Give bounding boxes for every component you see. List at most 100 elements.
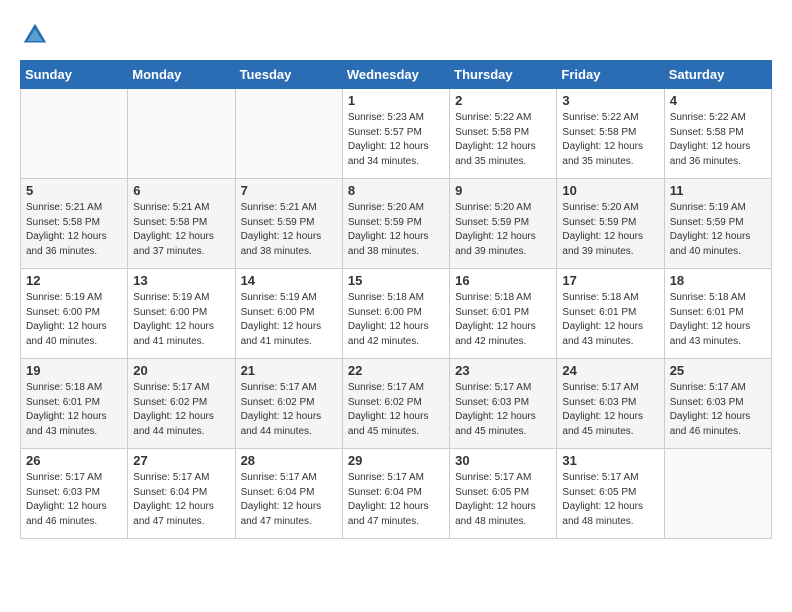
week-row-2: 5 Sunrise: 5:21 AMSunset: 5:58 PMDaylight… xyxy=(21,179,772,269)
day-cell: 29 Sunrise: 5:17 AMSunset: 6:04 PMDayligh… xyxy=(342,449,449,539)
day-number: 15 xyxy=(348,273,444,288)
day-info: Sunrise: 5:17 AMSunset: 6:05 PMDaylight:… xyxy=(455,471,551,529)
header-cell-thursday: Thursday xyxy=(450,61,557,89)
day-info: Sunrise: 5:18 AMSunset: 6:01 PMDaylight:… xyxy=(26,381,122,439)
header-cell-sunday: Sunday xyxy=(21,61,128,89)
header-row: SundayMondayTuesdayWednesdayThursdayFrid… xyxy=(21,61,772,89)
day-info: Sunrise: 5:19 AMSunset: 6:00 PMDaylight:… xyxy=(26,291,122,349)
day-info: Sunrise: 5:17 AMSunset: 6:02 PMDaylight:… xyxy=(133,381,229,439)
day-cell: 2 Sunrise: 5:22 AMSunset: 5:58 PMDaylight… xyxy=(450,89,557,179)
day-info: Sunrise: 5:17 AMSunset: 6:05 PMDaylight:… xyxy=(562,471,658,529)
day-cell xyxy=(128,89,235,179)
day-info: Sunrise: 5:17 AMSunset: 6:04 PMDaylight:… xyxy=(241,471,337,529)
day-number: 30 xyxy=(455,453,551,468)
day-info: Sunrise: 5:17 AMSunset: 6:02 PMDaylight:… xyxy=(241,381,337,439)
day-info: Sunrise: 5:20 AMSunset: 5:59 PMDaylight:… xyxy=(562,201,658,259)
day-info: Sunrise: 5:18 AMSunset: 6:01 PMDaylight:… xyxy=(455,291,551,349)
day-number: 10 xyxy=(562,183,658,198)
day-number: 25 xyxy=(670,363,766,378)
header-cell-wednesday: Wednesday xyxy=(342,61,449,89)
day-cell: 31 Sunrise: 5:17 AMSunset: 6:05 PMDayligh… xyxy=(557,449,664,539)
day-number: 9 xyxy=(455,183,551,198)
day-cell: 7 Sunrise: 5:21 AMSunset: 5:59 PMDaylight… xyxy=(235,179,342,269)
day-cell xyxy=(664,449,771,539)
day-info: Sunrise: 5:22 AMSunset: 5:58 PMDaylight:… xyxy=(562,111,658,169)
day-info: Sunrise: 5:17 AMSunset: 6:03 PMDaylight:… xyxy=(670,381,766,439)
day-cell: 28 Sunrise: 5:17 AMSunset: 6:04 PMDayligh… xyxy=(235,449,342,539)
day-cell: 23 Sunrise: 5:17 AMSunset: 6:03 PMDayligh… xyxy=(450,359,557,449)
header-cell-friday: Friday xyxy=(557,61,664,89)
day-cell: 17 Sunrise: 5:18 AMSunset: 6:01 PMDayligh… xyxy=(557,269,664,359)
day-info: Sunrise: 5:20 AMSunset: 5:59 PMDaylight:… xyxy=(455,201,551,259)
day-info: Sunrise: 5:20 AMSunset: 5:59 PMDaylight:… xyxy=(348,201,444,259)
day-info: Sunrise: 5:21 AMSunset: 5:59 PMDaylight:… xyxy=(241,201,337,259)
day-cell: 8 Sunrise: 5:20 AMSunset: 5:59 PMDaylight… xyxy=(342,179,449,269)
day-number: 6 xyxy=(133,183,229,198)
day-number: 14 xyxy=(241,273,337,288)
day-cell: 24 Sunrise: 5:17 AMSunset: 6:03 PMDayligh… xyxy=(557,359,664,449)
day-number: 18 xyxy=(670,273,766,288)
day-number: 20 xyxy=(133,363,229,378)
day-cell xyxy=(21,89,128,179)
day-info: Sunrise: 5:19 AMSunset: 5:59 PMDaylight:… xyxy=(670,201,766,259)
day-cell: 16Sunrise: 5:18 AMSunset: 6:01 PMDayligh… xyxy=(450,269,557,359)
day-info: Sunrise: 5:22 AMSunset: 5:58 PMDaylight:… xyxy=(670,111,766,169)
day-cell xyxy=(235,89,342,179)
day-info: Sunrise: 5:23 AMSunset: 5:57 PMDaylight:… xyxy=(348,111,444,169)
day-info: Sunrise: 5:21 AMSunset: 5:58 PMDaylight:… xyxy=(133,201,229,259)
day-info: Sunrise: 5:17 AMSunset: 6:04 PMDaylight:… xyxy=(133,471,229,529)
day-info: Sunrise: 5:22 AMSunset: 5:58 PMDaylight:… xyxy=(455,111,551,169)
day-number: 23 xyxy=(455,363,551,378)
day-number: 7 xyxy=(241,183,337,198)
day-info: Sunrise: 5:17 AMSunset: 6:03 PMDaylight:… xyxy=(562,381,658,439)
week-row-3: 12 Sunrise: 5:19 AMSunset: 6:00 PMDayligh… xyxy=(21,269,772,359)
day-cell: 4 Sunrise: 5:22 AMSunset: 5:58 PMDaylight… xyxy=(664,89,771,179)
day-info: Sunrise: 5:17 AMSunset: 6:04 PMDaylight:… xyxy=(348,471,444,529)
day-info: Sunrise: 5:17 AMSunset: 6:03 PMDaylight:… xyxy=(455,381,551,439)
day-cell: 15 Sunrise: 5:18 AMSunset: 6:00 PMDayligh… xyxy=(342,269,449,359)
day-number: 4 xyxy=(670,93,766,108)
day-number: 28 xyxy=(241,453,337,468)
day-number: 22 xyxy=(348,363,444,378)
day-cell: 21 Sunrise: 5:17 AMSunset: 6:02 PMDayligh… xyxy=(235,359,342,449)
day-cell: 20 Sunrise: 5:17 AMSunset: 6:02 PMDayligh… xyxy=(128,359,235,449)
day-number: 26 xyxy=(26,453,122,468)
calendar-table: SundayMondayTuesdayWednesdayThursdayFrid… xyxy=(20,60,772,539)
day-cell: 27 Sunrise: 5:17 AMSunset: 6:04 PMDayligh… xyxy=(128,449,235,539)
day-info: Sunrise: 5:18 AMSunset: 6:01 PMDaylight:… xyxy=(562,291,658,349)
logo xyxy=(20,20,54,50)
day-number: 3 xyxy=(562,93,658,108)
day-number: 17 xyxy=(562,273,658,288)
day-number: 31 xyxy=(562,453,658,468)
logo-icon xyxy=(20,20,50,50)
week-row-5: 26Sunrise: 5:17 AMSunset: 6:03 PMDayligh… xyxy=(21,449,772,539)
day-number: 2 xyxy=(455,93,551,108)
day-info: Sunrise: 5:18 AMSunset: 6:00 PMDaylight:… xyxy=(348,291,444,349)
day-number: 19 xyxy=(26,363,122,378)
day-number: 12 xyxy=(26,273,122,288)
day-number: 5 xyxy=(26,183,122,198)
day-cell: 19 Sunrise: 5:18 AMSunset: 6:01 PMDayligh… xyxy=(21,359,128,449)
day-info: Sunrise: 5:21 AMSunset: 5:58 PMDaylight:… xyxy=(26,201,122,259)
day-cell: 11Sunrise: 5:19 AMSunset: 5:59 PMDayligh… xyxy=(664,179,771,269)
day-info: Sunrise: 5:17 AMSunset: 6:02 PMDaylight:… xyxy=(348,381,444,439)
day-number: 13 xyxy=(133,273,229,288)
day-number: 27 xyxy=(133,453,229,468)
day-cell: 5 Sunrise: 5:21 AMSunset: 5:58 PMDaylight… xyxy=(21,179,128,269)
day-number: 21 xyxy=(241,363,337,378)
day-info: Sunrise: 5:19 AMSunset: 6:00 PMDaylight:… xyxy=(241,291,337,349)
day-cell: 13Sunrise: 5:19 AMSunset: 6:00 PMDayligh… xyxy=(128,269,235,359)
day-cell: 6 Sunrise: 5:21 AMSunset: 5:58 PMDaylight… xyxy=(128,179,235,269)
day-cell: 14 Sunrise: 5:19 AMSunset: 6:00 PMDayligh… xyxy=(235,269,342,359)
week-row-1: 1 Sunrise: 5:23 AMSunset: 5:57 PMDaylight… xyxy=(21,89,772,179)
day-number: 1 xyxy=(348,93,444,108)
day-number: 29 xyxy=(348,453,444,468)
day-cell: 3 Sunrise: 5:22 AMSunset: 5:58 PMDaylight… xyxy=(557,89,664,179)
day-number: 8 xyxy=(348,183,444,198)
header-cell-tuesday: Tuesday xyxy=(235,61,342,89)
day-cell: 25 Sunrise: 5:17 AMSunset: 6:03 PMDayligh… xyxy=(664,359,771,449)
day-cell: 9 Sunrise: 5:20 AMSunset: 5:59 PMDaylight… xyxy=(450,179,557,269)
day-number: 24 xyxy=(562,363,658,378)
day-cell: 30 Sunrise: 5:17 AMSunset: 6:05 PMDayligh… xyxy=(450,449,557,539)
week-row-4: 19 Sunrise: 5:18 AMSunset: 6:01 PMDayligh… xyxy=(21,359,772,449)
